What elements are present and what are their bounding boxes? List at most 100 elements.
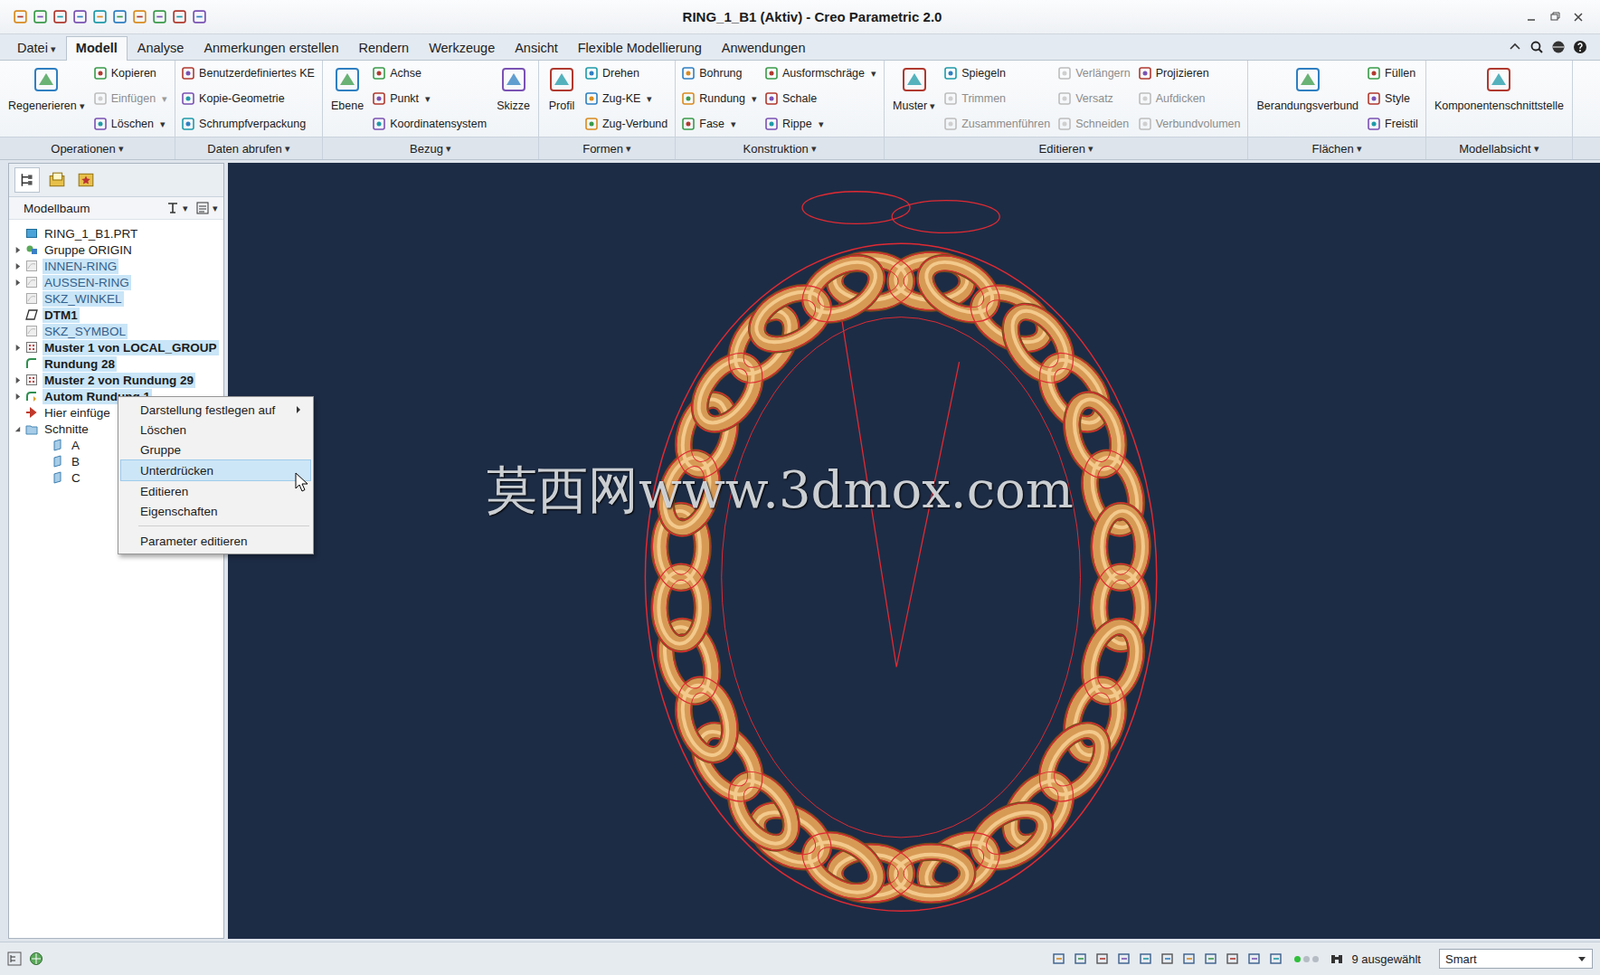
- view-tool-icon[interactable]: [1247, 951, 1262, 966]
- tree-item[interactable]: Muster 2 von Rundung 29: [9, 371, 224, 389]
- favorites-tab-icon[interactable]: [74, 168, 98, 192]
- ribbon-tab[interactable]: Anmerkungen erstellen: [193, 36, 349, 60]
- quick-access-icon[interactable]: [171, 9, 188, 25]
- menu-item[interactable]: Eigenschaften: [120, 501, 312, 521]
- ribbon-tab[interactable]: Analyse: [127, 36, 195, 60]
- restore-icon[interactable]: [1549, 11, 1561, 23]
- tree-show-button[interactable]: ▾: [195, 200, 218, 216]
- ribbon-button[interactable]: Rippe▾: [764, 113, 879, 134]
- ribbon-tab[interactable]: Flexible Modellierung: [568, 36, 712, 60]
- view-tool-icon[interactable]: [1160, 951, 1175, 966]
- quick-access-icon[interactable]: [191, 9, 208, 25]
- ribbon-button[interactable]: Rundung▾: [681, 88, 759, 109]
- ribbon-button[interactable]: Style: [1366, 88, 1421, 109]
- ribbon-large-button[interactable]: Profil: [544, 63, 579, 114]
- ribbon-group-label[interactable]: Bezug▾: [322, 136, 539, 160]
- ribbon-button[interactable]: Löschen▾: [93, 113, 170, 134]
- ribbon-large-button[interactable]: Muster▾: [889, 63, 938, 114]
- ribbon-button[interactable]: Kopieren: [93, 63, 170, 84]
- ribbon-tab[interactable]: Modell: [66, 36, 128, 61]
- ribbon-button[interactable]: Schrumpfverpackung: [180, 113, 317, 134]
- ribbon-tab[interactable]: Werkzeuge: [418, 36, 505, 60]
- help-icon[interactable]: [1572, 39, 1588, 55]
- menu-item[interactable]: Unterdrücken: [120, 459, 312, 482]
- quick-access-icon[interactable]: [92, 9, 108, 25]
- navigator-toggle-icon[interactable]: [7, 951, 22, 966]
- quick-access-icon[interactable]: [52, 9, 68, 25]
- ribbon-button[interactable]: Fase▾: [681, 113, 759, 134]
- ribbon-button[interactable]: Füllen: [1366, 63, 1421, 84]
- quick-access-icon[interactable]: [32, 9, 48, 25]
- view-tool-icon[interactable]: [1138, 951, 1154, 966]
- ribbon-large-button[interactable]: Ebene: [328, 63, 367, 114]
- ribbon-button[interactable]: Punkt▾: [371, 88, 489, 109]
- ribbon-group-label[interactable]: Flächen▾: [1248, 136, 1425, 160]
- ribbon-button[interactable]: Koordinatensystem: [371, 113, 489, 134]
- ribbon-button[interactable]: Verlängern: [1057, 63, 1132, 84]
- ring-model[interactable]: [227, 162, 1600, 939]
- view-tool-icon[interactable]: [1182, 951, 1197, 966]
- menu-item[interactable]: Darstellung festlegen auf: [120, 399, 312, 420]
- tree-item[interactable]: SKZ_SYMBOL: [9, 322, 224, 340]
- ribbon-button[interactable]: Zusammenführen: [943, 113, 1052, 134]
- view-tool-icon[interactable]: [1051, 951, 1067, 966]
- quick-access-icon[interactable]: [12, 9, 29, 25]
- ribbon-button[interactable]: Spiegeln: [943, 63, 1052, 84]
- collapsed-icon[interactable]: [13, 246, 22, 255]
- ribbon-group-label[interactable]: Formen▾: [539, 136, 675, 160]
- collapsed-icon[interactable]: [13, 392, 22, 401]
- ribbon-large-button[interactable]: Skizze: [493, 63, 533, 114]
- quick-access-icon[interactable]: [132, 9, 148, 25]
- tree-item[interactable]: INNEN-RING: [9, 257, 224, 275]
- ribbon-button[interactable]: Versatz: [1057, 88, 1132, 109]
- selection-filter[interactable]: Smart: [1439, 948, 1593, 969]
- tree-item[interactable]: RING_1_B1.PRT: [9, 225, 224, 242]
- search-icon[interactable]: [1529, 39, 1544, 55]
- ribbon-button[interactable]: Zug-Verbund: [584, 113, 670, 134]
- globe-icon[interactable]: [1551, 39, 1566, 55]
- ribbon-button[interactable]: Projizieren: [1137, 63, 1243, 84]
- ribbon-button[interactable]: Schneiden: [1057, 113, 1132, 134]
- tree-item[interactable]: Rundung 28: [9, 355, 224, 372]
- ribbon-button[interactable]: Drehen: [584, 63, 670, 84]
- ribbon-group-label[interactable]: Operationen▾: [0, 136, 175, 160]
- ribbon-tab[interactable]: Rendern: [349, 36, 420, 60]
- ribbon-tab[interactable]: Ansicht: [504, 36, 569, 60]
- collapsed-icon[interactable]: [13, 278, 22, 287]
- quick-access-icon[interactable]: [112, 9, 128, 25]
- collapsed-icon[interactable]: [13, 376, 22, 385]
- ribbon-button[interactable]: Ausformschräge▾: [764, 63, 879, 84]
- view-tool-icon[interactable]: [1225, 951, 1241, 966]
- ribbon-group-label[interactable]: Daten abrufen▾: [175, 136, 322, 160]
- view-tool-icon[interactable]: [1095, 951, 1110, 966]
- view-tool-icon[interactable]: [1117, 951, 1132, 966]
- tree-settings-button[interactable]: ▾: [165, 200, 189, 216]
- ribbon-group-label[interactable]: Konstruktion▾: [675, 136, 884, 160]
- find-icon[interactable]: [1329, 951, 1345, 966]
- ribbon-group-label[interactable]: Editieren▾: [884, 136, 1248, 160]
- ribbon-button[interactable]: Kopie-Geometrie: [180, 88, 317, 109]
- model-tree-tab-icon[interactable]: [14, 167, 40, 193]
- collapsed-icon[interactable]: [13, 262, 22, 271]
- tree-item[interactable]: SKZ_WINKEL: [9, 290, 224, 307]
- ribbon-button[interactable]: Bohrung: [681, 63, 759, 84]
- menu-item[interactable]: Löschen: [120, 419, 312, 440]
- tree-item[interactable]: DTM1: [9, 306, 224, 323]
- view-tool-icon[interactable]: [1073, 951, 1089, 966]
- graphics-viewport[interactable]: 莫西网www.3dmox.com: [227, 162, 1600, 939]
- tree-item[interactable]: Muster 1 von LOCAL_GROUP: [9, 339, 224, 356]
- ribbon-large-button[interactable]: Berandungsverbund: [1253, 63, 1362, 114]
- ribbon-button[interactable]: Aufdicken: [1137, 88, 1243, 109]
- tree-item[interactable]: AUSSEN-RING: [9, 274, 224, 291]
- ribbon-large-button[interactable]: Komponentenschnittstelle: [1431, 63, 1567, 114]
- ribbon-tab[interactable]: Datei▾: [7, 36, 67, 60]
- minimize-ribbon-icon[interactable]: [1507, 39, 1523, 55]
- ribbon-button[interactable]: Benutzerdefiniertes KE: [180, 63, 317, 84]
- ribbon-button[interactable]: Schale: [764, 88, 879, 109]
- tree-item[interactable]: Gruppe ORIGIN: [9, 241, 224, 258]
- menu-item[interactable]: Gruppe: [120, 439, 312, 460]
- menu-item[interactable]: Editieren: [120, 481, 312, 502]
- ribbon-tab[interactable]: Anwendungen: [711, 36, 816, 60]
- minimize-icon[interactable]: [1525, 11, 1537, 23]
- view-tool-icon[interactable]: [1203, 951, 1219, 966]
